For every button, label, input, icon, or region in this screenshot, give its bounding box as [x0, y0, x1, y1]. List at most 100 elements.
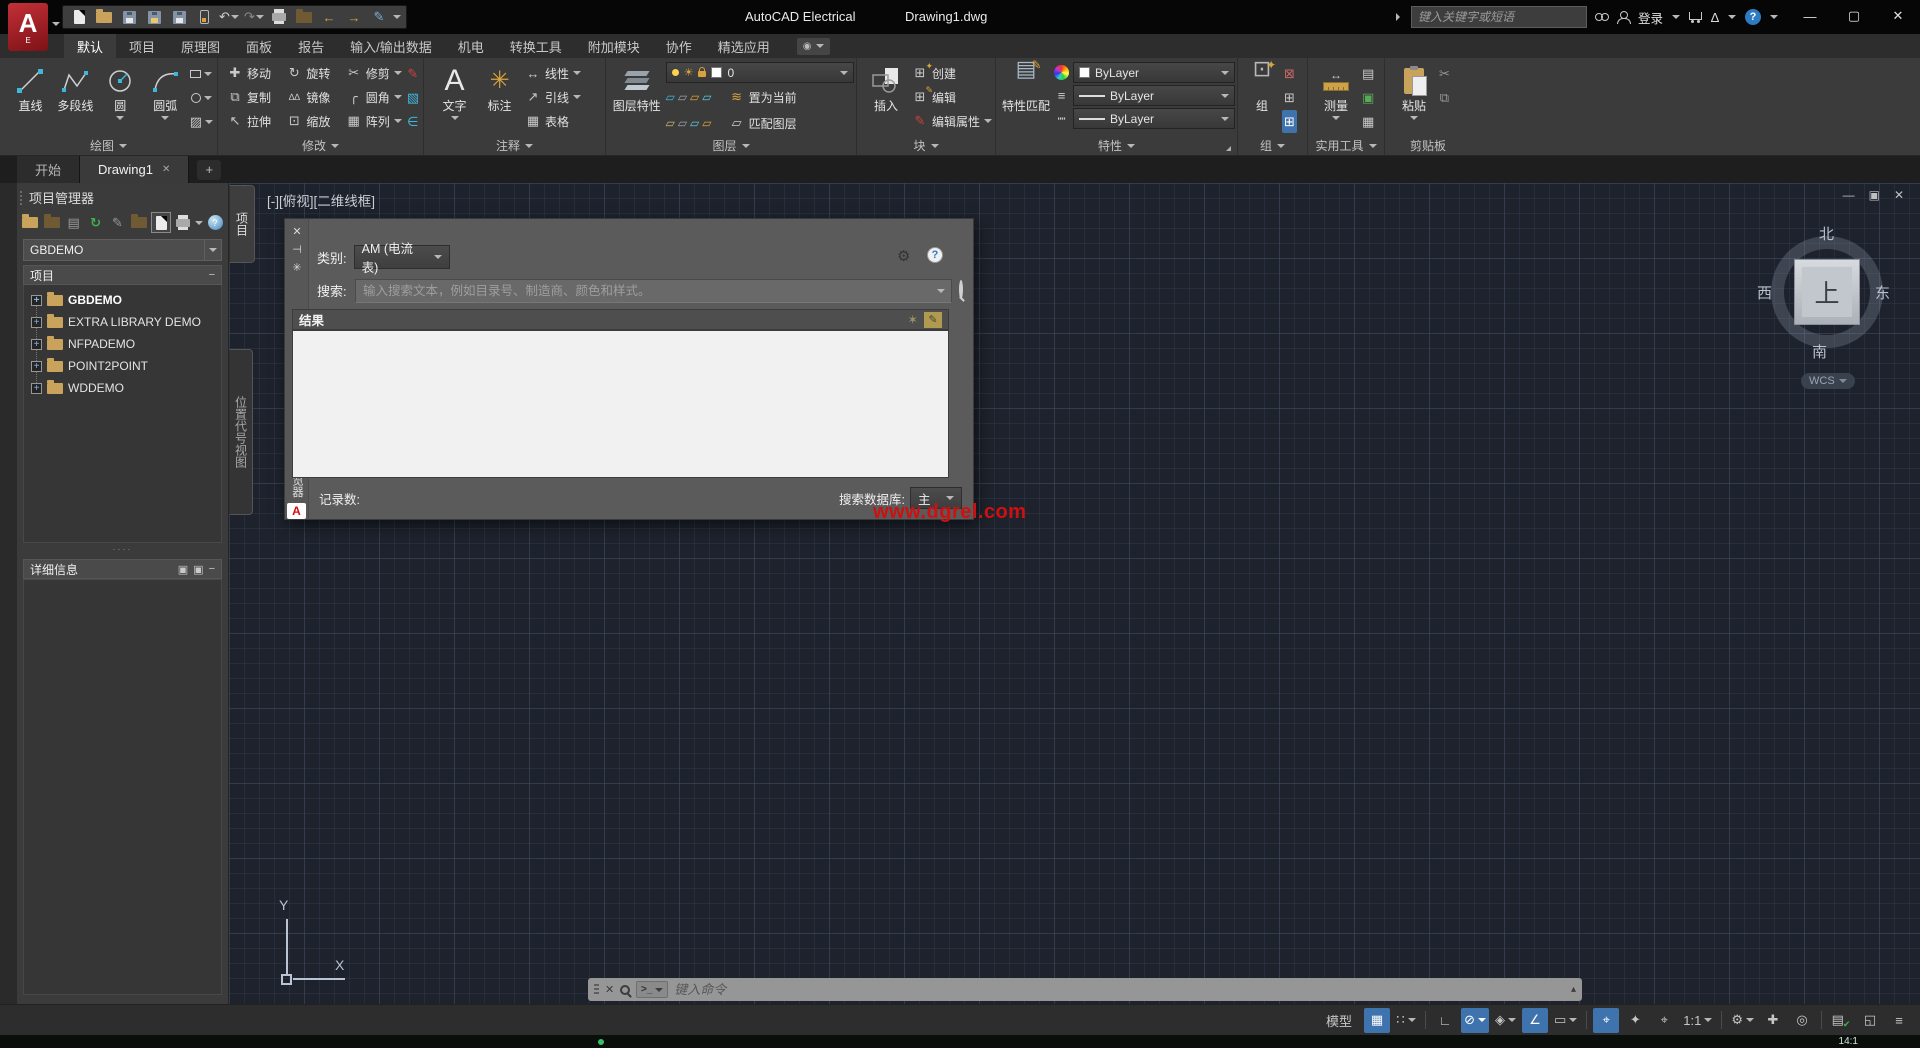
- annotation-scale-button[interactable]: 1:1: [1680, 1008, 1715, 1033]
- project-tree-item[interactable]: +GBDEMO: [24, 289, 221, 311]
- linetype-select[interactable]: ByLayer: [1073, 108, 1235, 129]
- scale-button[interactable]: ⊡缩放: [283, 109, 342, 133]
- circle-dropdown-icon[interactable]: [116, 116, 124, 120]
- side-tab-location-view[interactable]: 位置代号视图: [229, 349, 253, 515]
- file-tab-drawing1[interactable]: Drawing1✕: [80, 156, 189, 183]
- search-magnifier-icon[interactable]: [959, 280, 963, 299]
- panel-label-clipboard[interactable]: 剪贴板: [1387, 136, 1469, 155]
- object-snap-settings-button[interactable]: ✦: [1622, 1008, 1648, 1033]
- undo-button[interactable]: ↶: [218, 7, 240, 27]
- ortho-toggle-button[interactable]: ∟: [1432, 1008, 1458, 1033]
- project-folder-button[interactable]: [293, 7, 315, 27]
- viewcube-north[interactable]: 北: [1819, 223, 1834, 244]
- catalog-search-input[interactable]: [355, 279, 952, 303]
- dimension-button[interactable]: ✳ 标注: [477, 59, 522, 113]
- ribbon-tab-panel[interactable]: 面板: [233, 34, 285, 58]
- ribbon-tab-schematic[interactable]: 原理图: [168, 34, 233, 58]
- new-tab-button[interactable]: +: [197, 160, 221, 180]
- panel-label-properties[interactable]: 特性: [998, 136, 1235, 155]
- text-button[interactable]: A 文字: [432, 59, 477, 120]
- previous-drawing-button[interactable]: ←: [318, 7, 340, 27]
- results-list[interactable]: [292, 330, 949, 478]
- member-button[interactable]: ∈: [405, 110, 421, 133]
- search-binoculars-icon[interactable]: [1596, 13, 1608, 21]
- polar-tracking-button[interactable]: ⊘: [1461, 1008, 1489, 1033]
- viewcube[interactable]: 北 西 东 南 上 WCS: [1757, 215, 1897, 405]
- group-selection-toggle[interactable]: ⊞: [1282, 110, 1297, 133]
- panel-label-utilities[interactable]: 实用工具: [1310, 136, 1382, 155]
- object-snap-button[interactable]: ⌖: [1593, 1008, 1619, 1033]
- quick-select-button[interactable]: ▤: [1360, 62, 1376, 85]
- isodraft-button[interactable]: ◈: [1492, 1008, 1519, 1033]
- panel-label-modify[interactable]: 修改: [220, 136, 421, 155]
- window-close-button[interactable]: ✕: [1876, 0, 1920, 32]
- grid-toggle-button[interactable]: ▦: [1364, 1008, 1390, 1033]
- object-snap-tracking-button[interactable]: ∠: [1522, 1008, 1548, 1033]
- app-store-cart-icon[interactable]: [1689, 12, 1702, 20]
- viewport-controls[interactable]: [-][俯视][二维线框]: [267, 190, 375, 210]
- export-button[interactable]: [168, 7, 190, 27]
- project-help-button[interactable]: ?: [205, 212, 225, 233]
- drawing-list-report-button[interactable]: [151, 212, 171, 233]
- mirror-button[interactable]: ∆∆镜像: [283, 85, 342, 109]
- layer-tool-icons-row1[interactable]: ▱▱▱▱: [666, 90, 724, 104]
- catalog-autohide-icon[interactable]: ⊣: [285, 243, 309, 256]
- collapse-projects-button[interactable]: −: [209, 269, 215, 281]
- catalog-properties-icon[interactable]: ✳: [285, 261, 309, 274]
- redo-button[interactable]: ↷: [243, 7, 265, 27]
- sign-in-button[interactable]: 登录: [1638, 8, 1663, 27]
- project-tree-item[interactable]: +NFPADEMO: [24, 333, 221, 355]
- circle-button[interactable]: 圆: [98, 59, 143, 120]
- ribbon-display-toggle-button[interactable]: ◉: [797, 38, 830, 55]
- polyline-button[interactable]: 多段线: [53, 59, 98, 113]
- side-tab-projects[interactable]: 项目: [229, 185, 255, 263]
- ellipse-button[interactable]: [188, 86, 215, 109]
- linear-dimension-button[interactable]: ↔线性: [522, 61, 600, 85]
- help-dropdown-icon[interactable]: [1770, 15, 1778, 19]
- viewcube-south[interactable]: 南: [1812, 341, 1827, 362]
- explode-button[interactable]: ▧: [405, 86, 421, 109]
- sign-in-dropdown-icon[interactable]: [1672, 15, 1680, 19]
- wcs-menu[interactable]: WCS: [1801, 373, 1855, 389]
- expand-icon[interactable]: +: [31, 339, 42, 350]
- table-button[interactable]: ▦表格: [522, 109, 600, 133]
- viewcube-west[interactable]: 西: [1757, 282, 1772, 303]
- paste-button[interactable]: 粘贴: [1391, 59, 1437, 120]
- stretch-button[interactable]: ↖拉伸: [224, 109, 283, 133]
- edit-block-button[interactable]: ⊞✎编辑: [909, 85, 993, 109]
- command-customize-button[interactable]: >_: [636, 981, 668, 998]
- ribbon-tab-featured-apps[interactable]: 精选应用: [705, 34, 783, 58]
- panel-label-annotate[interactable]: 注释: [426, 136, 603, 155]
- undo-dropdown-icon[interactable]: [231, 15, 239, 19]
- qat-customize-icon[interactable]: [393, 15, 401, 19]
- ungroup-button[interactable]: ⊠: [1282, 62, 1297, 85]
- sidebar-splitter[interactable]: ····: [17, 543, 228, 555]
- collapse-details-button[interactable]: −: [209, 563, 215, 576]
- clean-screen-button[interactable]: ◱: [1857, 1008, 1883, 1033]
- edit-attributes-button[interactable]: ✎编辑属性: [909, 109, 993, 133]
- trim-button[interactable]: ✂修剪: [343, 61, 405, 85]
- object-snap-3d-button[interactable]: ⌖: [1651, 1008, 1677, 1033]
- command-history-up-icon[interactable]: ▴: [1571, 984, 1576, 995]
- fillet-button[interactable]: ╭圆角: [343, 85, 405, 109]
- arc-dropdown-icon[interactable]: [161, 116, 169, 120]
- toolbar-dropdown-icon[interactable]: [195, 221, 203, 225]
- project-update-button[interactable]: [129, 212, 149, 233]
- project-tree-item[interactable]: +POINT2POINT: [24, 355, 221, 377]
- expand-icon[interactable]: +: [31, 361, 42, 372]
- array-button[interactable]: ▦阵列: [343, 109, 405, 133]
- project-selector-dropdown[interactable]: [204, 240, 221, 260]
- cut-button[interactable]: ✂: [1437, 62, 1452, 85]
- project-selector[interactable]: GBDEMO: [23, 239, 222, 261]
- category-select[interactable]: AM (电流表): [354, 245, 450, 269]
- paste-dropdown-icon[interactable]: [1410, 116, 1418, 120]
- workspace-switching-button[interactable]: ⚙: [1728, 1008, 1757, 1033]
- save-button[interactable]: [118, 7, 140, 27]
- palette-grip[interactable]: [20, 191, 23, 205]
- window-maximize-button[interactable]: ▢: [1832, 0, 1876, 32]
- ribbon-tab-collaborate[interactable]: 协作: [653, 34, 705, 58]
- redo-dropdown-icon[interactable]: [256, 15, 264, 19]
- command-dock-grip[interactable]: [594, 984, 599, 996]
- measure-dropdown-icon[interactable]: [1332, 116, 1340, 120]
- markup-pen-button[interactable]: ✎: [368, 7, 390, 27]
